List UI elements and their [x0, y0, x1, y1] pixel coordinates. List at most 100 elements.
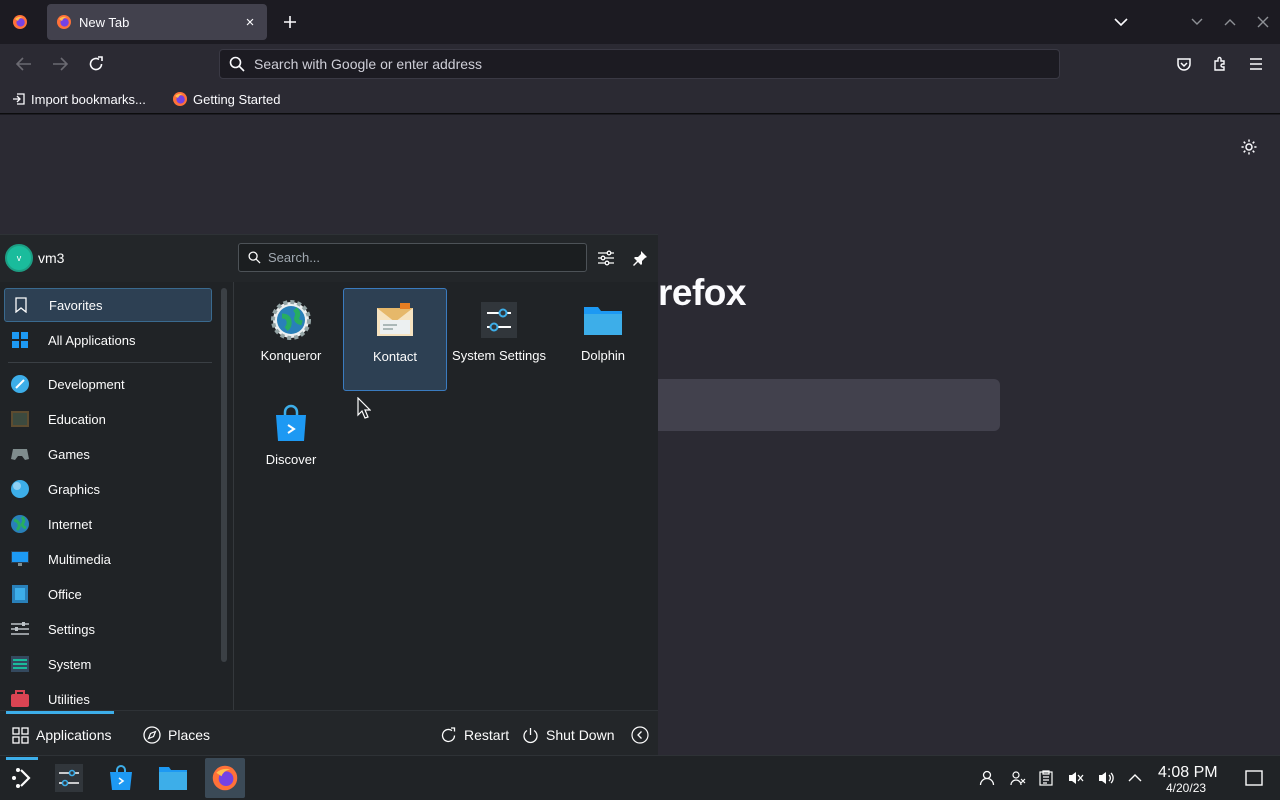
- launcher-search-field[interactable]: [238, 243, 587, 272]
- show-desktop-button[interactable]: [1244, 768, 1264, 788]
- category-favorites[interactable]: Favorites: [4, 288, 212, 322]
- close-tab-icon[interactable]: ×: [241, 13, 259, 31]
- category-graphics[interactable]: Graphics: [4, 472, 212, 506]
- application-launcher-button[interactable]: [2, 757, 42, 798]
- minimize-icon: [1191, 18, 1203, 25]
- category-label: Utilities: [48, 691, 90, 707]
- browser-tab-bar: New Tab ×: [0, 0, 1280, 44]
- clock-date[interactable]: 4/20/23: [1166, 781, 1206, 795]
- maximize-button[interactable]: [1219, 11, 1241, 33]
- chevron-up-icon: [1128, 774, 1142, 782]
- clipboard-tray[interactable]: [1036, 768, 1056, 788]
- task-firefox[interactable]: [205, 758, 245, 798]
- education-icon: [10, 409, 30, 429]
- clock-time[interactable]: 4:08 PM: [1158, 764, 1218, 782]
- sliders-icon: [598, 250, 614, 266]
- active-tab-indicator: [6, 711, 114, 714]
- pocket-button[interactable]: [1172, 52, 1196, 76]
- app-discover[interactable]: Discover: [239, 392, 343, 495]
- newtab-search-box[interactable]: [658, 379, 1000, 431]
- pin-launcher-button[interactable]: [628, 246, 652, 270]
- forward-button[interactable]: [48, 52, 72, 76]
- category-label: Internet: [48, 516, 93, 532]
- category-utilities[interactable]: Utilities: [4, 682, 212, 710]
- volume-tray[interactable]: [1097, 768, 1117, 788]
- launcher-search-input[interactable]: [268, 250, 586, 265]
- settings-icon: [10, 619, 30, 639]
- list-all-tabs-button[interactable]: [1110, 11, 1132, 33]
- task-system-settings[interactable]: [49, 758, 89, 798]
- restart-label: Restart: [464, 727, 510, 743]
- shutdown-button[interactable]: Shut Down: [522, 725, 614, 745]
- url-input[interactable]: [254, 56, 1059, 72]
- task-dolphin[interactable]: [153, 758, 193, 798]
- configure-launcher-button[interactable]: [594, 246, 618, 270]
- close-icon: [1257, 16, 1269, 28]
- app-label: Konqueror: [260, 348, 322, 363]
- url-bar[interactable]: [219, 49, 1060, 79]
- user-switcher-tray[interactable]: [977, 768, 997, 788]
- firefox-favicon-icon: [57, 15, 71, 29]
- extensions-button[interactable]: [1208, 52, 1232, 76]
- bookmark-getting-started[interactable]: Getting Started: [172, 90, 280, 108]
- folder-icon: [582, 299, 624, 341]
- show-hidden-tray-button[interactable]: [1125, 768, 1145, 788]
- reload-icon: [89, 56, 103, 71]
- category-internet[interactable]: Internet: [4, 507, 212, 541]
- category-settings[interactable]: Settings: [4, 612, 212, 646]
- tab-applications[interactable]: Applications: [12, 725, 112, 745]
- favorites-grid: Konqueror Kontact System Settings Dolphi…: [235, 282, 658, 710]
- category-office[interactable]: Office: [4, 577, 212, 611]
- taskbar-panel: [0, 755, 1280, 800]
- new-tab-button[interactable]: [278, 10, 302, 34]
- arrow-left-icon: [16, 57, 31, 71]
- app-dolphin[interactable]: Dolphin: [551, 288, 655, 391]
- reload-button[interactable]: [84, 52, 108, 76]
- grid-icon: [12, 726, 29, 744]
- tab-label: Applications: [36, 727, 112, 743]
- restart-button[interactable]: Restart: [440, 725, 509, 745]
- category-sidebar: Favorites All Applications Development E…: [0, 282, 216, 710]
- category-label: Office: [48, 586, 82, 602]
- tab-new-tab[interactable]: New Tab ×: [47, 4, 267, 40]
- sidebar-divider: [233, 282, 234, 710]
- category-development[interactable]: Development: [4, 367, 212, 401]
- category-system[interactable]: System: [4, 647, 212, 681]
- category-label: Graphics: [48, 481, 101, 497]
- firefox-logo-icon: [13, 15, 27, 29]
- category-all-applications[interactable]: All Applications: [4, 323, 212, 357]
- tab-places[interactable]: Places: [143, 725, 210, 745]
- accounts-tray[interactable]: [1008, 768, 1028, 788]
- app-system-settings[interactable]: System Settings: [447, 288, 551, 391]
- discover-icon: [110, 765, 132, 790]
- app-konqueror[interactable]: Konqueror: [239, 288, 343, 391]
- pocket-icon: [1177, 58, 1191, 71]
- leave-options-button[interactable]: [631, 725, 649, 745]
- system-settings-icon: [55, 764, 83, 792]
- hamburger-menu-icon: [1250, 58, 1262, 70]
- bookmarks-toolbar: Import bookmarks... Getting Started: [0, 84, 1280, 114]
- firefox-wordmark: refox: [658, 272, 746, 313]
- desktop-icon: [1245, 770, 1263, 786]
- sidebar-scrollbar[interactable]: [221, 288, 227, 662]
- app-label: Dolphin: [580, 348, 626, 363]
- category-multimedia[interactable]: Multimedia: [4, 542, 212, 576]
- import-icon: [13, 93, 25, 105]
- task-discover[interactable]: [101, 758, 141, 798]
- puzzle-icon: [1214, 56, 1225, 71]
- category-games[interactable]: Games: [4, 437, 212, 471]
- close-window-button[interactable]: [1252, 11, 1274, 33]
- category-label: Settings: [48, 621, 95, 637]
- avatar[interactable]: v: [5, 244, 33, 272]
- app-menu-button[interactable]: [1244, 52, 1268, 76]
- launcher-header: v vm3: [0, 235, 658, 282]
- app-kontact[interactable]: Kontact: [343, 288, 447, 391]
- category-education[interactable]: Education: [4, 402, 212, 436]
- multimedia-icon: [10, 549, 30, 569]
- back-button[interactable]: [12, 52, 36, 76]
- firefox-view-button[interactable]: [6, 10, 34, 34]
- minimize-button[interactable]: [1186, 11, 1208, 33]
- bookmark-import[interactable]: Import bookmarks...: [12, 90, 146, 108]
- newtab-settings-button[interactable]: [1238, 136, 1260, 158]
- audio-muted-tray[interactable]: [1066, 768, 1086, 788]
